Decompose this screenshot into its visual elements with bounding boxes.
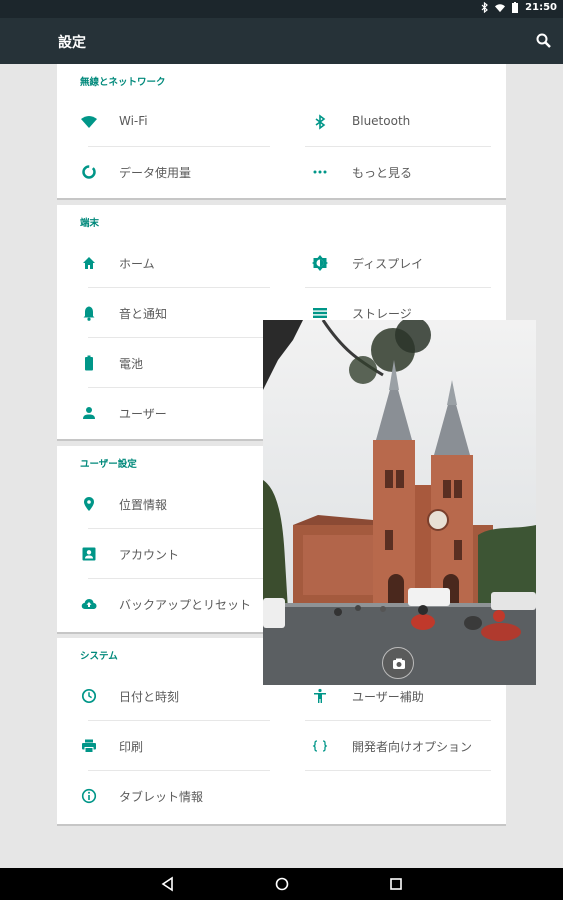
battery-status-icon [510, 2, 520, 13]
storage-icon [312, 305, 328, 321]
settings-item-label: もっと見る [352, 166, 413, 180]
accessibility-icon [312, 688, 328, 704]
settings-item-label: バックアップとリセット [119, 598, 252, 612]
settings-item-location[interactable]: 位置情報 [73, 479, 270, 529]
settings-item-label: データ使用量 [119, 166, 192, 180]
settings-item-label: 日付と時刻 [119, 690, 180, 704]
home-icon [81, 255, 97, 271]
more-icon [312, 164, 328, 180]
home-circle-icon[interactable] [274, 876, 290, 892]
data-usage-icon [81, 164, 97, 180]
settings-item-label: アカウント [119, 548, 180, 562]
settings-item-label: 印刷 [119, 740, 144, 754]
location-icon [81, 496, 97, 512]
back-icon[interactable] [160, 876, 176, 892]
settings-item-label: Bluetooth [352, 114, 411, 128]
settings-item-about-tablet[interactable]: タブレット情報 [73, 771, 270, 821]
settings-item-sound[interactable]: 音と通知 [73, 288, 270, 338]
settings-item-bluetooth[interactable]: Bluetooth [290, 97, 491, 147]
settings-item-display[interactable]: ディスプレイ [290, 238, 491, 288]
settings-item-more[interactable]: もっと見る [290, 147, 491, 197]
settings-item-label: ユーザー補助 [352, 690, 424, 704]
cathedral-photo [263, 320, 536, 685]
bluetooth-status-icon [480, 2, 490, 13]
settings-item-users[interactable]: ユーザー [73, 388, 270, 438]
settings-item-label: Wi-Fi [119, 114, 148, 128]
settings-item-label: ディスプレイ [352, 257, 424, 271]
section-header-device: 端末 [80, 218, 100, 229]
wifi-icon [81, 114, 97, 130]
print-icon [81, 738, 97, 754]
section-header-personal: ユーザー設定 [80, 459, 137, 470]
camera-icon [393, 658, 405, 669]
settings-item-battery[interactable]: 電池 [73, 338, 270, 388]
section-header-wireless: 無線とネットワーク [80, 77, 166, 88]
user-icon [81, 405, 97, 421]
screenshot-preview-photo[interactable] [263, 320, 536, 685]
bluetooth-icon [312, 114, 328, 130]
app-toolbar: 設定 [0, 18, 563, 64]
settings-item-date-time[interactable]: 日付と時刻 [73, 671, 270, 721]
search-icon[interactable] [535, 32, 553, 50]
recents-icon[interactable] [388, 876, 404, 892]
settings-item-label: ユーザー [119, 407, 167, 421]
wifi-status-icon [495, 2, 506, 13]
settings-item-label: 電池 [119, 357, 144, 371]
settings-item-home[interactable]: ホーム [73, 238, 270, 288]
settings-item-data-usage[interactable]: データ使用量 [73, 147, 270, 197]
info-icon [81, 788, 97, 804]
page-title: 設定 [58, 35, 86, 51]
settings-item-printing[interactable]: 印刷 [73, 721, 270, 771]
settings-item-label: タブレット情報 [119, 790, 204, 804]
settings-item-label: 位置情報 [119, 498, 168, 512]
settings-item-backup[interactable]: バックアップとリセット [73, 579, 278, 629]
account-icon [81, 546, 97, 562]
settings-item-label: 開発者向けオプション [352, 740, 473, 754]
clock-icon [81, 688, 97, 704]
status-bar: 21:50 [0, 0, 563, 18]
settings-item-wifi[interactable]: Wi-Fi [73, 97, 270, 147]
section-header-system: システム [80, 651, 118, 662]
settings-item-label: ホーム [119, 257, 155, 271]
display-icon [312, 255, 328, 271]
camera-button[interactable] [382, 647, 414, 679]
settings-item-label: 音と通知 [119, 307, 168, 321]
wireless-card: 無線とネットワーク Wi-Fi Bluetooth データ使用量 もっと見る [57, 64, 506, 198]
battery-icon [81, 355, 97, 371]
settings-item-developer-options[interactable]: 開発者向けオプション [290, 721, 491, 771]
bell-icon [81, 305, 97, 321]
settings-item-accounts[interactable]: アカウント [73, 529, 270, 579]
developer-icon [312, 738, 328, 754]
navigation-bar [0, 868, 563, 900]
status-time: 21:50 [525, 2, 557, 13]
backup-icon [81, 596, 97, 612]
